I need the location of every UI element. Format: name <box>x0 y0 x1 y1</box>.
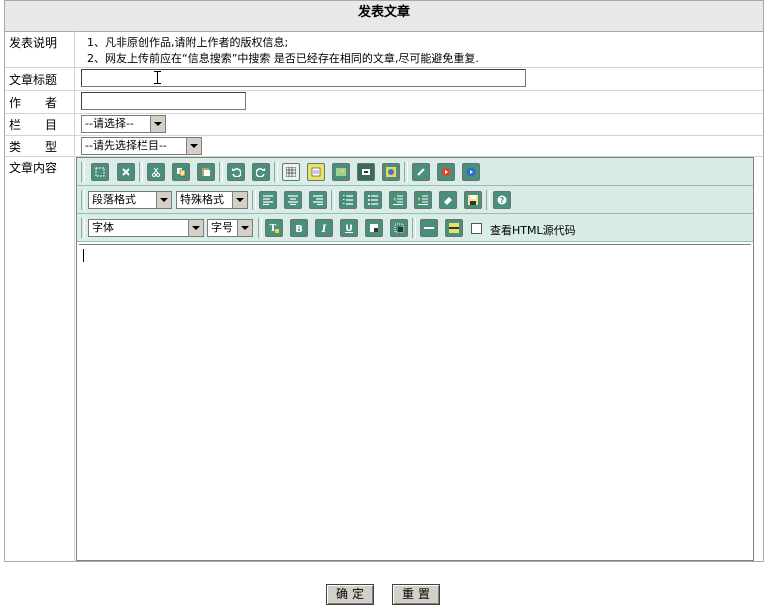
notes-label: 发表说明 <box>9 36 58 50</box>
ordered-list-icon[interactable] <box>339 191 357 209</box>
media-icon[interactable] <box>357 163 375 181</box>
row-divider <box>5 67 763 68</box>
indent-icon[interactable] <box>414 191 432 209</box>
image-icon[interactable] <box>332 163 350 181</box>
chevron-down-icon[interactable] <box>188 220 203 236</box>
svg-text:B: B <box>295 224 303 233</box>
table-icon[interactable] <box>282 163 300 181</box>
row-divider <box>5 135 763 136</box>
content-label: 文章内容 <box>9 161 58 175</box>
article-title-label: 文章标题 <box>9 73 58 87</box>
notes-line-1: 1、凡非原创作品,请附上作者的版权信息; <box>87 36 289 49</box>
redo-icon[interactable] <box>252 163 270 181</box>
column-label: 栏 目 <box>9 118 58 132</box>
toolbar-separator <box>331 190 335 210</box>
editor-toolbar-row-1 <box>77 158 753 186</box>
toolbar-separator <box>412 218 416 238</box>
toolbar-separator <box>486 190 490 210</box>
help-icon[interactable]: ? <box>493 191 511 209</box>
type-selected: --请先选择栏目-- <box>85 139 167 152</box>
font-size-select[interactable]: 字号 <box>207 219 253 237</box>
paragraph-format-value: 段落格式 <box>92 193 136 206</box>
content-editor-area[interactable] <box>79 244 751 558</box>
save-icon[interactable] <box>464 191 482 209</box>
special-format-select[interactable]: 特殊格式 <box>176 191 248 209</box>
undo-icon[interactable] <box>227 163 245 181</box>
cut-icon[interactable] <box>147 163 165 181</box>
chevron-down-icon[interactable] <box>237 220 252 236</box>
row-divider <box>5 113 763 114</box>
label-column-divider <box>74 31 75 561</box>
delete-icon[interactable] <box>117 163 135 181</box>
copy-icon[interactable] <box>172 163 190 181</box>
align-center-icon[interactable] <box>284 191 302 209</box>
row-divider <box>5 90 763 91</box>
underline-icon[interactable]: U <box>340 219 358 237</box>
chevron-down-icon[interactable] <box>150 116 165 132</box>
column-select[interactable]: --请选择-- <box>81 115 166 133</box>
editor-toolbar-row-3: 字体 字号 T B I U 查看HTML源代码 <box>77 214 753 242</box>
outdent-icon[interactable] <box>389 191 407 209</box>
align-right-icon[interactable] <box>309 191 327 209</box>
author-input[interactable] <box>81 92 246 110</box>
type-select[interactable]: --请先选择栏目-- <box>81 137 202 155</box>
font-select[interactable]: 字体 <box>88 219 204 237</box>
link-icon[interactable] <box>412 163 430 181</box>
special-format-value: 特殊格式 <box>180 193 224 206</box>
form-icon[interactable] <box>307 163 325 181</box>
toolbar-separator <box>252 190 256 210</box>
page-title: 发表文章 <box>5 1 763 32</box>
toolbar-separator <box>139 162 143 182</box>
svg-text:I: I <box>321 224 327 233</box>
column-selected: --请选择-- <box>85 117 134 130</box>
marquee-icon[interactable] <box>445 219 463 237</box>
horizontal-rule-icon[interactable] <box>420 219 438 237</box>
svg-text:U: U <box>345 224 352 233</box>
font-size-value: 字号 <box>211 221 233 234</box>
reset-button[interactable]: 重置 <box>392 584 440 605</box>
notes-line-2: 2、网友上传前应在“信息搜索”中搜索 是否已经存在相同的文章,尽可能避免重复. <box>87 52 479 65</box>
toolbar-separator <box>81 218 85 238</box>
chevron-down-icon[interactable] <box>232 192 247 208</box>
background-color-icon[interactable] <box>365 219 383 237</box>
svg-text:?: ? <box>500 196 505 205</box>
paste-icon[interactable] <box>197 163 215 181</box>
toolbar-separator <box>258 218 262 238</box>
toolbar-separator <box>81 162 85 182</box>
bold-icon[interactable]: B <box>290 219 308 237</box>
text-cursor-icon <box>154 71 161 84</box>
toolbar-separator <box>274 162 278 182</box>
chevron-down-icon[interactable] <box>156 192 171 208</box>
view-source-checkbox[interactable] <box>471 223 482 234</box>
italic-icon[interactable]: I <box>315 219 333 237</box>
chevron-down-icon[interactable] <box>186 138 201 154</box>
border-icon[interactable] <box>390 219 408 237</box>
toolbar-separator <box>404 162 408 182</box>
paragraph-format-select[interactable]: 段落格式 <box>88 191 172 209</box>
view-source-label: 查看HTML源代码 <box>490 224 576 237</box>
type-label: 类 型 <box>9 140 58 154</box>
align-left-icon[interactable] <box>259 191 277 209</box>
author-label: 作 者 <box>9 96 58 110</box>
windows-media-icon[interactable] <box>462 163 480 181</box>
rich-text-editor: 段落格式 特殊格式 ? 字体 字号 T B I U 查看HTML源代码 <box>76 157 754 561</box>
font-value: 字体 <box>92 221 114 234</box>
realplayer-icon[interactable] <box>437 163 455 181</box>
article-title-input[interactable] <box>81 69 526 87</box>
unordered-list-icon[interactable] <box>364 191 382 209</box>
editor-toolbar-row-2: 段落格式 特殊格式 ? <box>77 186 753 214</box>
text-cursor-icon <box>83 249 84 262</box>
toolbar-separator <box>219 162 223 182</box>
toolbar-separator <box>81 190 85 210</box>
select-all-icon[interactable] <box>91 163 109 181</box>
eraser-icon[interactable] <box>439 191 457 209</box>
text-color-icon[interactable]: T <box>265 219 283 237</box>
flash-icon[interactable] <box>382 163 400 181</box>
submit-button[interactable]: 确定 <box>326 584 374 605</box>
